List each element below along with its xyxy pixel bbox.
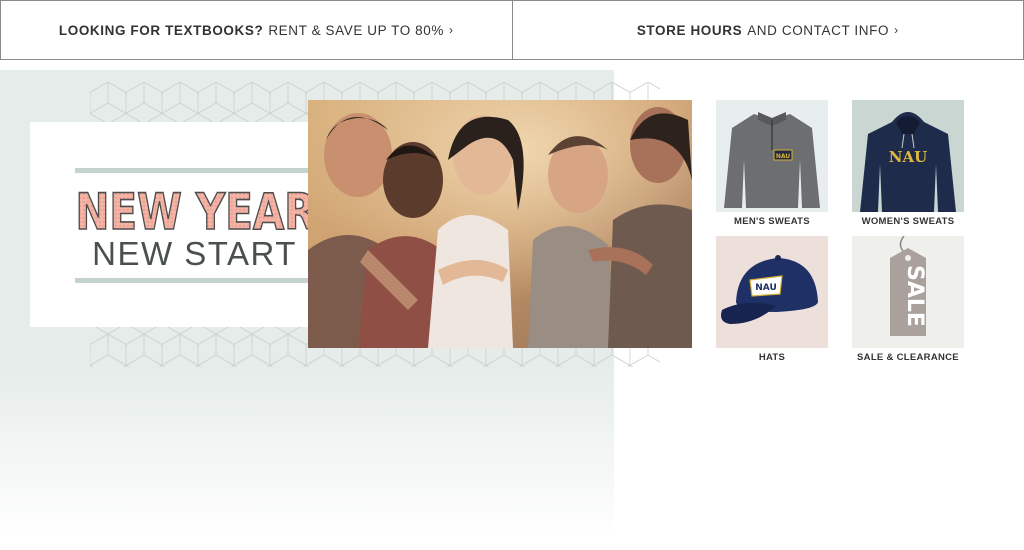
category-label: SALE & CLEARANCE xyxy=(857,352,959,363)
category-womens-sweats[interactable]: NAU WOMEN'S SWEATS xyxy=(852,100,964,227)
promo-bar: LOOKING FOR TEXTBOOKS? RENT & SAVE UP TO… xyxy=(0,0,1024,60)
mens-sweats-image: NAU xyxy=(716,100,828,212)
textbooks-promo-link[interactable]: LOOKING FOR TEXTBOOKS? RENT & SAVE UP TO… xyxy=(0,0,513,60)
hoodie-icon: NAU xyxy=(860,112,956,212)
chevron-right-icon: › xyxy=(449,23,454,37)
womens-sweats-image: NAU xyxy=(852,100,964,212)
category-hats[interactable]: NAU HATS xyxy=(716,236,828,363)
store-hours-link[interactable]: STORE HOURS AND CONTACT INFO › xyxy=(512,0,1024,60)
quarter-zip-pullover-icon: NAU xyxy=(724,112,820,208)
students-group-photo[interactable] xyxy=(308,100,692,348)
store-hours-text: AND CONTACT INFO xyxy=(747,22,890,38)
hats-image: NAU xyxy=(716,236,828,348)
category-mens-sweats[interactable]: NAU MEN'S SWEATS xyxy=(716,100,828,227)
hero-headline: NEW YEAR xyxy=(76,183,316,240)
category-label: MEN'S SWEATS xyxy=(734,216,810,227)
store-hours-strong: STORE HOURS xyxy=(636,22,743,38)
textbooks-promo-strong: LOOKING FOR TEXTBOOKS? xyxy=(58,22,264,38)
baseball-cap-icon: NAU xyxy=(721,255,818,324)
hero-headline-graphic: NEW YEAR xyxy=(75,182,317,240)
title-rule-top xyxy=(75,168,316,173)
sale-clearance-image: SALE xyxy=(852,236,964,348)
category-sale-clearance[interactable]: SALE SALE & CLEARANCE xyxy=(852,236,964,363)
womens-logo: NAU xyxy=(889,148,927,166)
title-rule-bottom xyxy=(75,278,316,283)
mens-logo: NAU xyxy=(776,153,790,160)
category-label: WOMEN'S SWEATS xyxy=(861,216,955,227)
chevron-right-icon: › xyxy=(894,23,899,37)
hats-logo: NAU xyxy=(755,283,777,293)
sale-tag-icon: SALE xyxy=(890,236,927,336)
sale-tag-text: SALE xyxy=(902,265,927,327)
textbooks-promo-text: RENT & SAVE UP TO 80% xyxy=(268,22,444,38)
group-photo-image xyxy=(308,100,692,348)
category-label: HATS xyxy=(758,352,786,363)
